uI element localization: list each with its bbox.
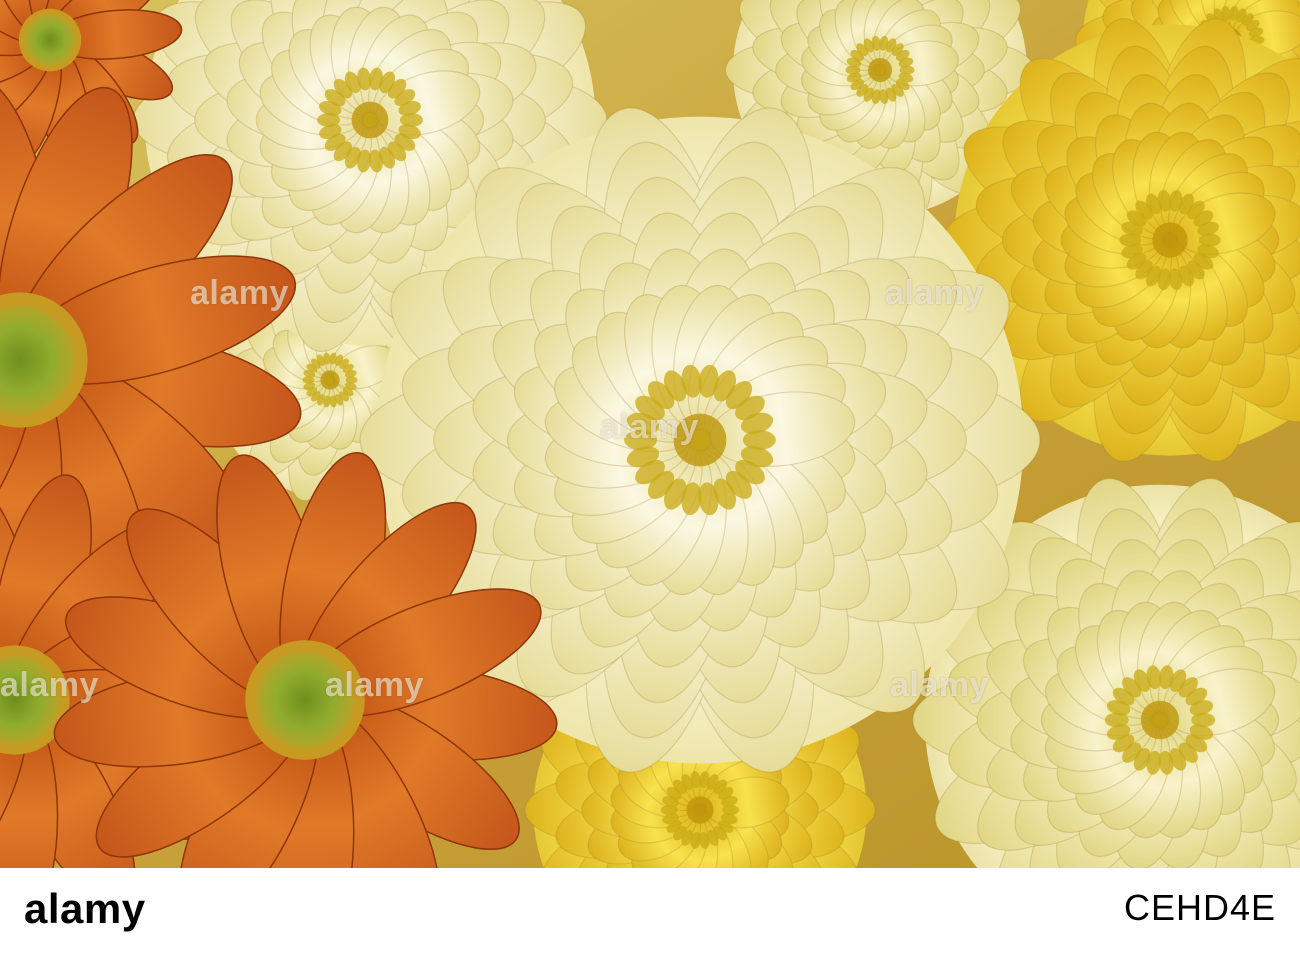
watermark-text: alamy (190, 274, 289, 312)
flower-center (24, 14, 76, 66)
watermark-text: alamy (0, 666, 99, 704)
watermark-text: alamy (885, 274, 984, 312)
image-id-code: CEHD4E (1123, 887, 1276, 928)
stock-footer-bar: alamy CEHD4E (0, 868, 1300, 956)
brand-logo-text: alamy (24, 885, 146, 932)
watermark-text: alamy (890, 666, 989, 704)
stock-photo-page: alamy alamy alamy alamy alamy alamy alam… (0, 0, 1300, 956)
watermark-text: alamy (325, 666, 424, 704)
watermark-text: alamy (600, 408, 699, 446)
flower-bouquet-photo: alamy alamy alamy alamy alamy alamy (0, 0, 1300, 868)
